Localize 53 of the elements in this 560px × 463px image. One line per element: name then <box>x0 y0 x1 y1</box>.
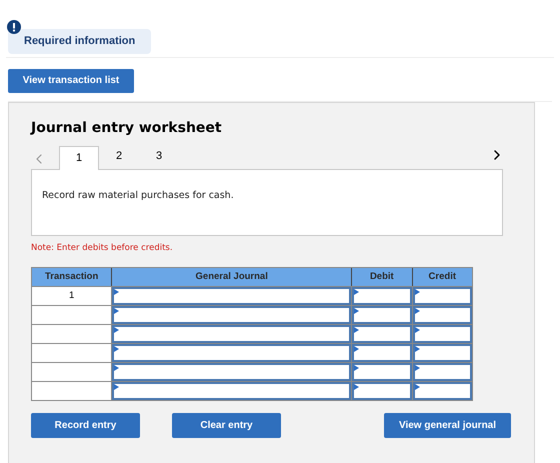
marker-icon <box>414 384 420 390</box>
tab[interactable]: 3 <box>139 144 179 168</box>
tab[interactable]: 2 <box>99 144 139 168</box>
marker-icon <box>354 346 360 352</box>
marker-icon <box>114 365 120 372</box>
required-information-badge: Required information <box>8 29 152 54</box>
marker-icon <box>414 289 420 296</box>
worksheet-title: Journal entry worksheet <box>31 118 223 136</box>
marker-icon <box>114 384 120 390</box>
marker-icon <box>114 308 120 314</box>
entry-field[interactable] <box>112 382 352 400</box>
entry-field[interactable] <box>352 363 412 382</box>
entry-field[interactable] <box>112 325 352 344</box>
entry-field[interactable] <box>352 325 412 344</box>
entry-field[interactable] <box>412 306 472 324</box>
column-header: Debit <box>352 268 412 286</box>
entry-field[interactable] <box>412 382 472 400</box>
tab[interactable]: 1 <box>59 146 99 170</box>
entry-field[interactable] <box>412 344 472 362</box>
marker-icon <box>354 384 360 390</box>
marker-icon <box>414 327 420 334</box>
action-button[interactable]: View general journal <box>384 413 511 438</box>
marker-icon <box>354 327 360 334</box>
action-button[interactable]: Record entry <box>31 413 140 438</box>
table-cell: 1 <box>32 287 112 306</box>
entry-field[interactable] <box>112 287 352 306</box>
marker-icon <box>414 346 420 352</box>
entry-field[interactable] <box>412 287 472 306</box>
marker-icon <box>414 308 420 314</box>
entry-field[interactable] <box>352 287 412 306</box>
marker-icon <box>114 346 120 352</box>
entry-field[interactable] <box>112 344 352 362</box>
marker-icon <box>114 327 120 334</box>
entry-field[interactable] <box>112 306 352 324</box>
description-text: Record raw material purchases for cash. <box>42 190 234 200</box>
entry-field[interactable] <box>412 363 472 382</box>
view-transaction-list-button[interactable]: View transaction list <box>8 68 134 92</box>
entry-field[interactable] <box>112 363 352 382</box>
marker-icon <box>354 308 360 314</box>
marker-icon <box>354 289 360 296</box>
note-text: Note: Enter debits before credits. <box>31 242 174 254</box>
entry-field[interactable] <box>352 306 412 324</box>
column-header: General Journal <box>112 268 352 286</box>
exclamation-icon <box>7 20 21 34</box>
column-header: Credit <box>412 268 472 286</box>
entry-field[interactable] <box>412 325 472 344</box>
column-header: Transaction <box>32 268 112 286</box>
marker-icon <box>114 289 120 296</box>
entry-field[interactable] <box>352 382 412 400</box>
marker-icon <box>414 365 420 372</box>
entry-field[interactable] <box>352 344 412 362</box>
action-button[interactable]: Clear entry <box>172 413 281 438</box>
marker-icon <box>354 365 360 372</box>
